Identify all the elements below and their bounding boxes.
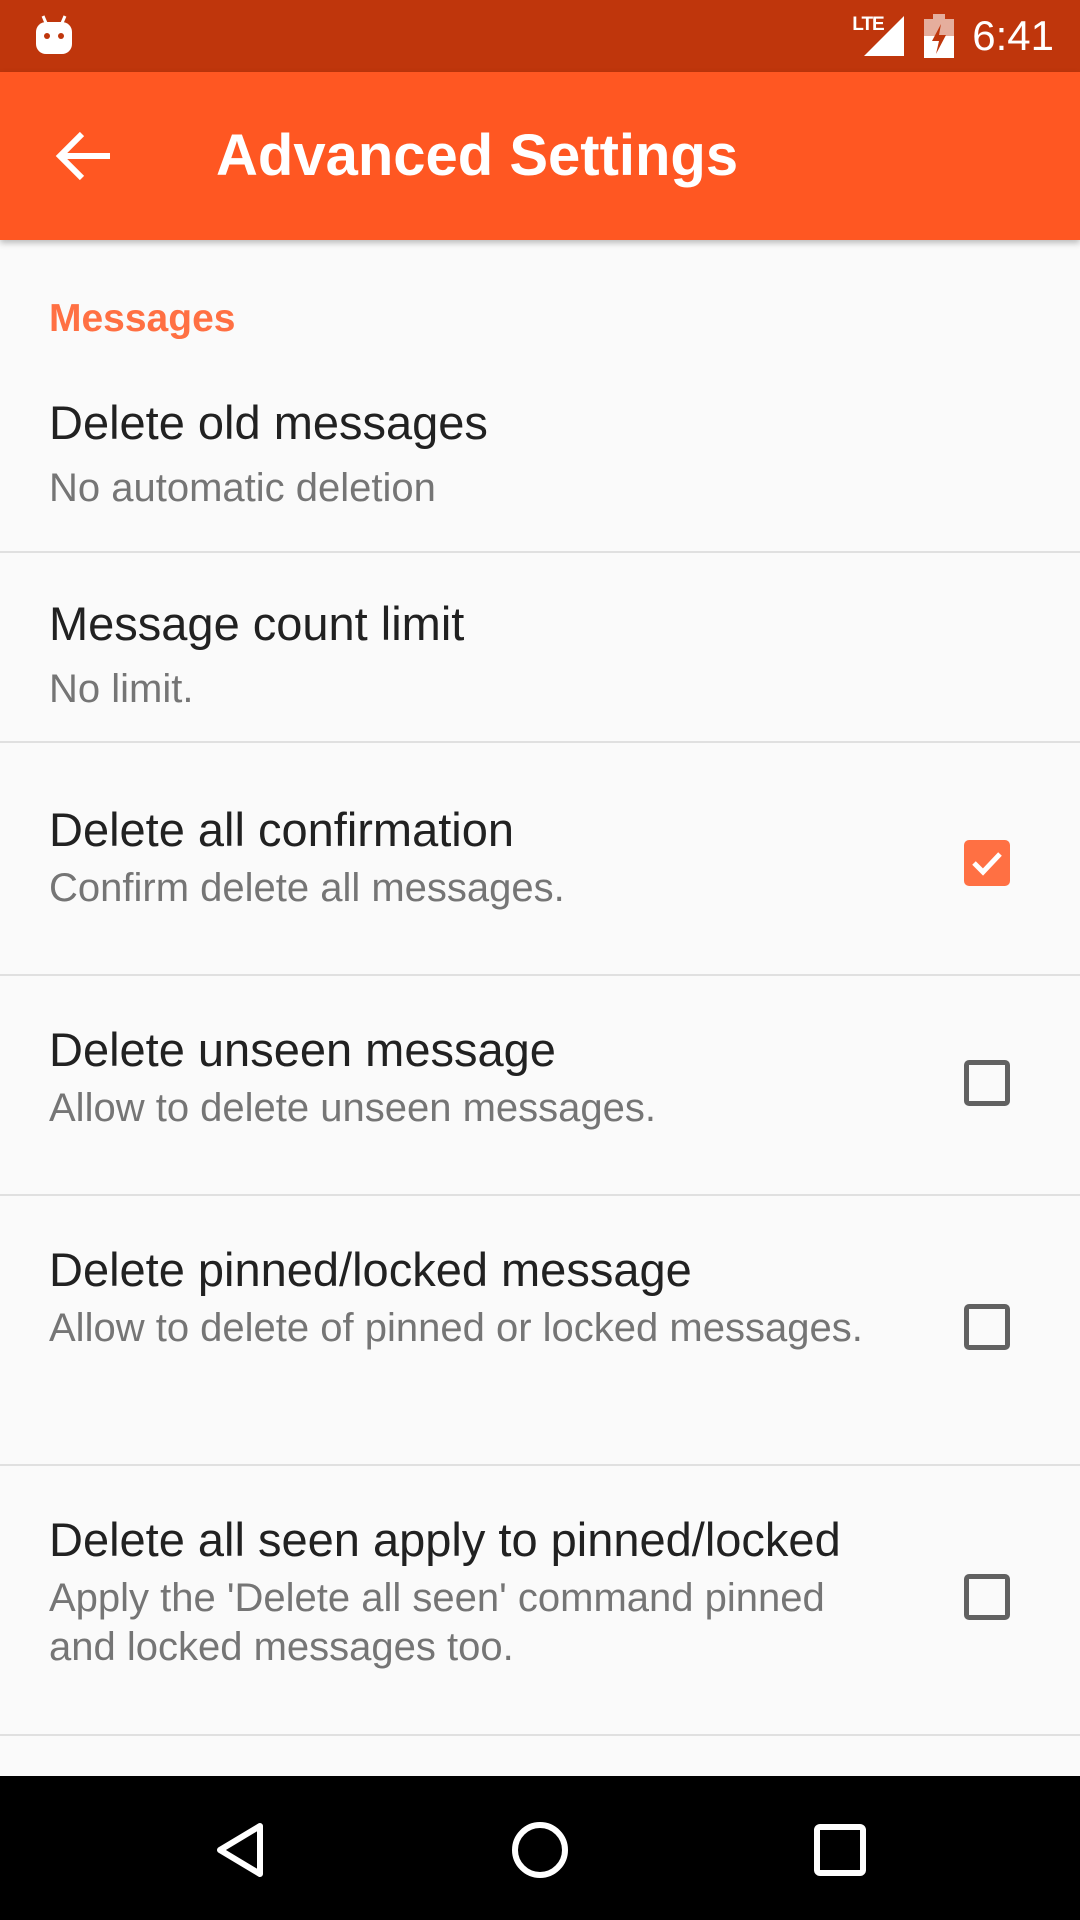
checkbox-delete-pinned-locked[interactable] xyxy=(964,1304,1010,1350)
pref-delete-old-messages[interactable]: Delete old messages No automatic deletio… xyxy=(0,363,1080,553)
app-toolbar: Advanced Settings xyxy=(0,72,1080,240)
pref-summary: Confirm delete all messages. xyxy=(49,866,565,910)
section-title-messages: Messages xyxy=(49,297,236,340)
checkbox-delete-all-seen-pinned-locked[interactable] xyxy=(964,1574,1010,1620)
pref-delete-pinned-locked-message[interactable]: Delete pinned/locked message Allow to de… xyxy=(0,1196,1080,1466)
system-nav-bar xyxy=(0,1776,1080,1920)
pref-delete-unseen-message[interactable]: Delete unseen message Allow to delete un… xyxy=(0,976,1080,1196)
pref-title: Delete all confirmation xyxy=(49,803,514,856)
status-time: 6:41 xyxy=(972,12,1054,59)
arrow-back-icon[interactable] xyxy=(52,124,116,188)
nav-back-icon[interactable] xyxy=(210,1820,270,1880)
pref-summary: No automatic deletion xyxy=(49,466,436,510)
nav-recents-icon[interactable] xyxy=(810,1820,870,1880)
pref-delete-all-confirmation[interactable]: Delete all confirmation Confirm delete a… xyxy=(0,756,1080,976)
pref-summary: Allow to delete of pinned or locked mess… xyxy=(49,1306,863,1350)
battery-charging-icon xyxy=(924,14,955,58)
pref-title: Delete unseen message xyxy=(49,1023,556,1076)
pref-summary: No limit. xyxy=(49,667,194,711)
checkbox-delete-all-confirmation[interactable] xyxy=(964,840,1010,886)
pref-summary: Allow to delete unseen messages. xyxy=(49,1086,657,1130)
pref-title: Delete all seen apply to pinned/locked xyxy=(49,1513,841,1566)
pref-title: Delete pinned/locked message xyxy=(49,1243,692,1296)
nav-home-icon[interactable] xyxy=(510,1820,570,1880)
page-title: Advanced Settings xyxy=(216,123,739,188)
pref-title: Delete old messages xyxy=(49,396,488,449)
status-bar: LTE 6:41 xyxy=(0,0,1080,72)
checkbox-delete-unseen-message[interactable] xyxy=(964,1060,1010,1106)
android-notification-icon xyxy=(36,15,72,54)
pref-message-count-limit[interactable]: Message count limit No limit. xyxy=(0,553,1080,743)
pref-title: Message count limit xyxy=(49,597,465,650)
pref-summary: Apply the 'Delete all seen' command pinn… xyxy=(49,1576,825,1669)
signal-icon: LTE xyxy=(852,0,908,72)
pref-delete-all-seen-pinned-locked[interactable]: Delete all seen apply to pinned/locked A… xyxy=(0,1466,1080,1736)
settings-list: Messages Delete old messages No automati… xyxy=(0,240,1080,1776)
check-icon xyxy=(972,852,1002,876)
